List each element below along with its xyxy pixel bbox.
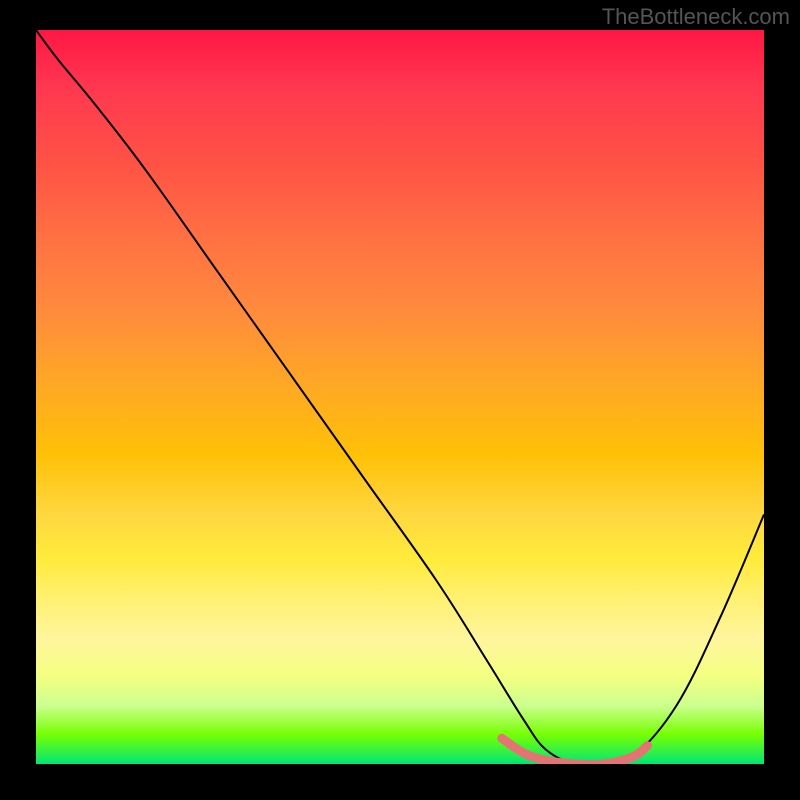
curve-line xyxy=(36,30,764,764)
chart-area xyxy=(36,30,764,764)
chart-svg xyxy=(36,30,764,764)
highlight-line xyxy=(502,738,648,764)
watermark-text: TheBottleneck.com xyxy=(602,4,790,30)
